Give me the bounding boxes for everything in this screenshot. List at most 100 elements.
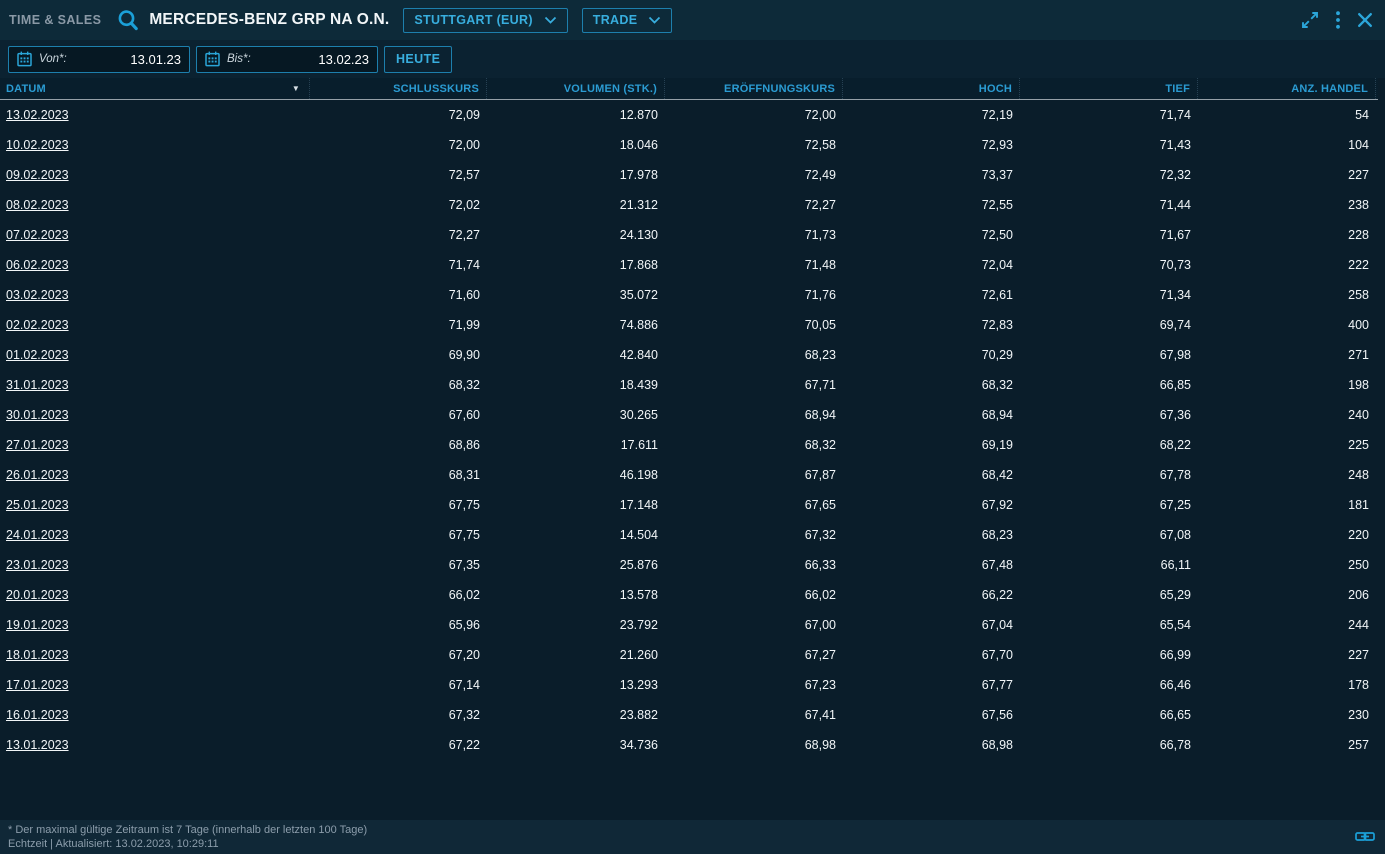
date-link[interactable]: 31.01.2023: [6, 378, 69, 392]
trade-dropdown-label: TRADE: [593, 13, 638, 27]
open-cell: 67,87: [665, 468, 843, 482]
trades-cell: 257: [1198, 738, 1376, 752]
close-cell: 71,99: [310, 318, 487, 332]
open-cell: 67,71: [665, 378, 843, 392]
table-row: 02.02.202371,9974.88670,0572,8369,74400: [0, 310, 1378, 340]
close-cell: 67,75: [310, 528, 487, 542]
date-cell: 08.02.2023: [0, 198, 310, 212]
date-cell: 31.01.2023: [0, 378, 310, 392]
date-link[interactable]: 18.01.2023: [6, 648, 69, 662]
date-link[interactable]: 03.02.2023: [6, 288, 69, 302]
high-cell: 68,42: [843, 468, 1020, 482]
date-link[interactable]: 01.02.2023: [6, 348, 69, 362]
date-link[interactable]: 20.01.2023: [6, 588, 69, 602]
close-cell: 67,60: [310, 408, 487, 422]
open-cell: 67,23: [665, 678, 843, 692]
kebab-menu-button[interactable]: [1335, 10, 1341, 30]
high-cell: 72,83: [843, 318, 1020, 332]
exchange-dropdown-label: STUTTGART (EUR): [414, 13, 532, 27]
date-link[interactable]: 23.01.2023: [6, 558, 69, 572]
bis-label: Bis*:: [227, 53, 251, 65]
column-header-hoch[interactable]: HOCH: [843, 78, 1020, 99]
instrument-name: MERCEDES-BENZ GRP NA O.N.: [149, 11, 389, 29]
trades-cell: 400: [1198, 318, 1376, 332]
close-button[interactable]: [1356, 11, 1374, 29]
date-link[interactable]: 19.01.2023: [6, 618, 69, 632]
expand-icon: [1300, 10, 1320, 30]
search-button[interactable]: [116, 8, 140, 33]
trades-cell: 240: [1198, 408, 1376, 422]
bis-date-input[interactable]: Bis*: 13.02.23: [196, 46, 378, 73]
footer: * Der maximal gültige Zeitraum ist 7 Tag…: [0, 820, 1385, 854]
high-cell: 67,70: [843, 648, 1020, 662]
date-link[interactable]: 02.02.2023: [6, 318, 69, 332]
date-link[interactable]: 27.01.2023: [6, 438, 69, 452]
volume-cell: 21.312: [487, 198, 665, 212]
high-cell: 67,92: [843, 498, 1020, 512]
date-cell: 30.01.2023: [0, 408, 310, 422]
high-cell: 68,94: [843, 408, 1020, 422]
volume-cell: 21.260: [487, 648, 665, 662]
date-link[interactable]: 24.01.2023: [6, 528, 69, 542]
footer-status: Echtzeit | Aktualisiert: 13.02.2023, 10:…: [8, 838, 1375, 852]
volume-cell: 24.130: [487, 228, 665, 242]
close-cell: 72,27: [310, 228, 487, 242]
low-cell: 72,32: [1020, 168, 1198, 182]
column-header-anz-handel[interactable]: ANZ. HANDEL: [1198, 78, 1376, 99]
date-link[interactable]: 17.01.2023: [6, 678, 69, 692]
date-link[interactable]: 08.02.2023: [6, 198, 69, 212]
column-header-schlusskurs[interactable]: SCHLUSSKURS: [310, 78, 487, 99]
open-cell: 68,32: [665, 438, 843, 452]
exchange-dropdown[interactable]: STUTTGART (EUR): [403, 8, 567, 33]
date-link[interactable]: 13.02.2023: [6, 108, 69, 122]
column-label: ERÖFFNUNGSKURS: [724, 83, 835, 95]
open-cell: 71,48: [665, 258, 843, 272]
date-cell: 26.01.2023: [0, 468, 310, 482]
volume-cell: 14.504: [487, 528, 665, 542]
heute-button[interactable]: HEUTE: [384, 46, 452, 73]
column-header-volumen-stk[interactable]: VOLUMEN (STK.): [487, 78, 665, 99]
date-link[interactable]: 10.02.2023: [6, 138, 69, 152]
close-icon: [1356, 11, 1374, 29]
sort-desc-icon[interactable]: ▼: [292, 84, 300, 93]
close-cell: 67,20: [310, 648, 487, 662]
date-cell: 27.01.2023: [0, 438, 310, 452]
von-label: Von*:: [39, 53, 67, 65]
column-header-datum[interactable]: DATUM▼: [0, 78, 310, 99]
link-button[interactable]: [1355, 829, 1375, 844]
close-cell: 68,32: [310, 378, 487, 392]
von-date-input[interactable]: Von*: 13.01.23: [8, 46, 190, 73]
high-cell: 67,56: [843, 708, 1020, 722]
volume-cell: 18.046: [487, 138, 665, 152]
table-row: 24.01.202367,7514.50467,3268,2367,08220: [0, 520, 1378, 550]
date-link[interactable]: 30.01.2023: [6, 408, 69, 422]
date-link[interactable]: 26.01.2023: [6, 468, 69, 482]
trades-cell: 230: [1198, 708, 1376, 722]
expand-button[interactable]: [1300, 10, 1320, 30]
date-link[interactable]: 13.01.2023: [6, 738, 69, 752]
filterbar: Von*: 13.01.23 Bis*: 13.02.23 HEUTE: [0, 40, 1385, 78]
date-link[interactable]: 25.01.2023: [6, 498, 69, 512]
trades-cell: 227: [1198, 168, 1376, 182]
volume-cell: 17.978: [487, 168, 665, 182]
column-header-eroeffnungskurs[interactable]: ERÖFFNUNGSKURS: [665, 78, 843, 99]
column-header-tief[interactable]: TIEF: [1020, 78, 1198, 99]
open-cell: 72,27: [665, 198, 843, 212]
low-cell: 71,74: [1020, 108, 1198, 122]
volume-cell: 17.611: [487, 438, 665, 452]
date-link[interactable]: 06.02.2023: [6, 258, 69, 272]
low-cell: 67,78: [1020, 468, 1198, 482]
open-cell: 71,73: [665, 228, 843, 242]
trade-dropdown[interactable]: TRADE: [582, 8, 673, 33]
date-cell: 23.01.2023: [0, 558, 310, 572]
date-link[interactable]: 16.01.2023: [6, 708, 69, 722]
table-row: 30.01.202367,6030.26568,9468,9467,36240: [0, 400, 1378, 430]
date-cell: 01.02.2023: [0, 348, 310, 362]
date-cell: 13.01.2023: [0, 738, 310, 752]
date-link[interactable]: 09.02.2023: [6, 168, 69, 182]
date-cell: 07.02.2023: [0, 228, 310, 242]
date-link[interactable]: 07.02.2023: [6, 228, 69, 242]
table-row: 10.02.202372,0018.04672,5872,9371,43104: [0, 130, 1378, 160]
low-cell: 66,85: [1020, 378, 1198, 392]
open-cell: 68,23: [665, 348, 843, 362]
